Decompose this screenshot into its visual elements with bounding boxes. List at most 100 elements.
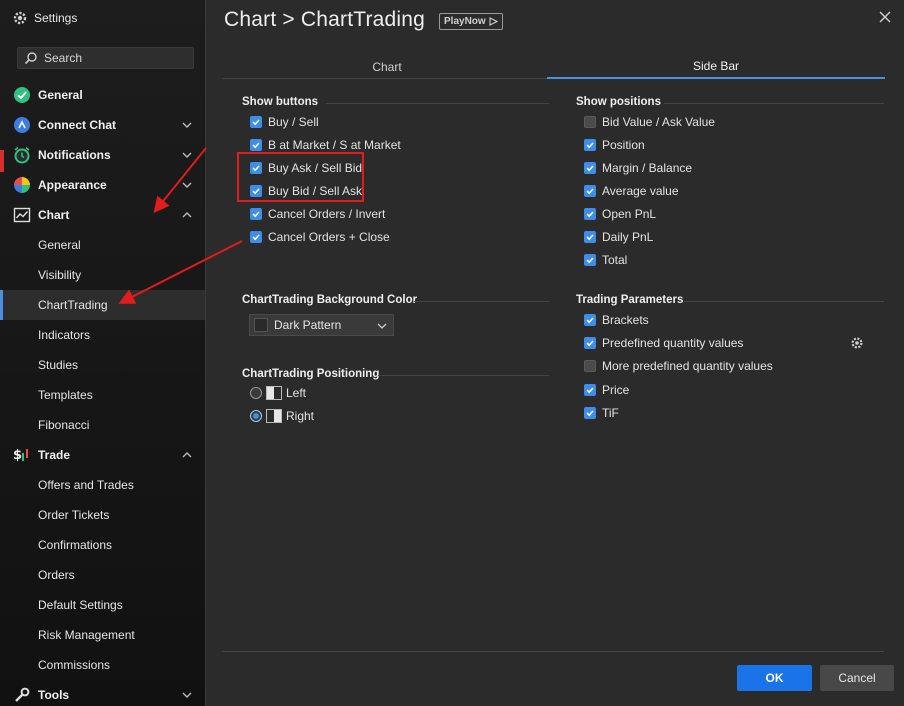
divider [414, 301, 549, 302]
background-color-dropdown[interactable]: Dark Pattern [249, 314, 394, 336]
sidebar-subitem-risk-management[interactable]: Risk Management [0, 620, 205, 650]
chevron-up-icon [182, 452, 192, 458]
sidebar-subitem-label: Default Settings [38, 598, 123, 612]
checkbox-buy-sell[interactable]: Buy / Sell [250, 113, 319, 131]
search-icon [24, 52, 37, 65]
sidebar-subitem-label: Studies [38, 358, 79, 372]
sidebar-subitem-orders[interactable]: Orders [0, 560, 205, 590]
checkbox-label: Brackets [602, 313, 649, 327]
checkbox-cancel-orders-invert[interactable]: Cancel Orders / Invert [250, 205, 385, 223]
checkbox-checked-icon [250, 231, 262, 243]
sidebar-subitem-default-settings[interactable]: Default Settings [0, 590, 205, 620]
radio-left[interactable]: Left [250, 384, 306, 402]
playnow-label: PlayNow [444, 16, 486, 27]
sidebar-subitem-commissions[interactable]: Commissions [0, 650, 205, 680]
playnow-button[interactable]: PlayNow [439, 13, 503, 30]
sidebar-subitem-label: Visibility [38, 268, 82, 282]
sidebar-item-tools[interactable]: Tools [0, 680, 205, 706]
checkbox-checked-icon [584, 407, 596, 419]
checkbox-daily-pnl[interactable]: Daily PnL [584, 228, 653, 246]
checkbox-average-value[interactable]: Average value [584, 182, 679, 200]
dropdown-value: Dark Pattern [274, 318, 342, 332]
sidebar-header: Settings [12, 8, 77, 28]
sidebar-subitem-general[interactable]: General [0, 230, 205, 260]
sidebar-item-notifications[interactable]: Notifications [0, 140, 205, 170]
search-input[interactable]: Search [17, 47, 194, 69]
checkbox-bid-ask-value[interactable]: Bid Value / Ask Value [584, 113, 715, 131]
sidebar-subitem-templates[interactable]: Templates [0, 380, 205, 410]
sidebar-item-appearance[interactable]: Appearance [0, 170, 205, 200]
checkbox-checked-icon [250, 139, 262, 151]
sidebar-subitem-offers-and-trades[interactable]: Offers and Trades [0, 470, 205, 500]
checkbox-label: Position [602, 138, 645, 152]
check-circle-icon [12, 86, 31, 105]
checkbox-checked-icon [250, 208, 262, 220]
close-icon[interactable] [878, 10, 892, 24]
sidebar-subitem-fibonacci[interactable]: Fibonacci [0, 410, 205, 440]
cancel-button[interactable]: Cancel [820, 665, 894, 691]
show-positions-title: Show positions [576, 96, 661, 108]
checkbox-cancel-orders-close[interactable]: Cancel Orders + Close [250, 228, 390, 246]
chart-icon [12, 206, 31, 225]
sidebar-subitem-label: General [38, 238, 81, 252]
checkbox-checked-icon [584, 337, 596, 349]
wrench-icon [12, 686, 31, 705]
chevron-down-icon [182, 692, 192, 698]
checkbox-position[interactable]: Position [584, 136, 645, 154]
tab-chart[interactable]: Chart [222, 55, 552, 79]
divider [664, 103, 884, 104]
checkbox-more-predefined-quantity[interactable]: More predefined quantity values [584, 357, 773, 375]
sidebar-item-connect-chat[interactable]: Connect Chat [0, 110, 205, 140]
ok-button[interactable]: OK [737, 665, 812, 691]
checkbox-brackets[interactable]: Brackets [584, 311, 649, 329]
sidebar-item-label: General [38, 88, 83, 102]
background-color-title: ChartTrading Background Color [242, 294, 418, 306]
sidebar-item-trade[interactable]: $ Trade [0, 440, 205, 470]
tab-label: Chart [372, 60, 402, 74]
checkbox-open-pnl[interactable]: Open PnL [584, 205, 656, 223]
checkbox-margin-balance[interactable]: Margin / Balance [584, 159, 692, 177]
chevron-down-icon [182, 182, 192, 188]
sidebar-subitem-indicators[interactable]: Indicators [0, 320, 205, 350]
sidebar-subitem-label: Templates [38, 388, 93, 402]
checkbox-checked-icon [584, 231, 596, 243]
radio-right[interactable]: Right [250, 407, 314, 425]
checkbox-total[interactable]: Total [584, 251, 627, 269]
checkbox-tif[interactable]: TiF [584, 404, 619, 422]
show-buttons-title: Show buttons [242, 96, 319, 108]
checkbox-checked-icon [584, 314, 596, 326]
checkbox-unchecked-icon [584, 360, 596, 372]
chevron-down-icon [182, 152, 192, 158]
checkbox-price[interactable]: Price [584, 381, 629, 399]
sidebar-subitem-visibility[interactable]: Visibility [0, 260, 205, 290]
checkbox-label: Price [602, 383, 630, 397]
checkbox-label: TiF [602, 406, 619, 420]
chevron-down-icon [182, 122, 192, 128]
sidebar-item-general[interactable]: General [0, 80, 205, 110]
sidebar-subitem-confirmations[interactable]: Confirmations [0, 530, 205, 560]
checkbox-predefined-quantity[interactable]: Predefined quantity values [584, 334, 743, 352]
sidebar-item-label: Connect Chat [38, 118, 116, 132]
search-placeholder: Search [44, 51, 83, 65]
sidebar-subitem-label: Order Tickets [38, 508, 110, 522]
sidebar-subitem-charttrading[interactable]: ChartTrading [0, 290, 205, 320]
gear-icon[interactable] [850, 336, 864, 350]
sidebar-title: Settings [34, 11, 78, 25]
radio-selected-icon [250, 410, 262, 422]
checkbox-label: More predefined quantity values [602, 359, 773, 373]
right-position-icon [266, 409, 282, 423]
sidebar-subitem-order-tickets[interactable]: Order Tickets [0, 500, 205, 530]
sidebar-subitem-label: Commissions [38, 658, 111, 672]
sidebar-item-chart[interactable]: Chart [0, 200, 205, 230]
tab-side-bar[interactable]: Side Bar [547, 55, 885, 79]
annotation-highlight-box [237, 152, 364, 202]
checkbox-checked-icon [584, 254, 596, 266]
tab-label: Side Bar [692, 59, 740, 73]
sidebar-subitem-studies[interactable]: Studies [0, 350, 205, 380]
checkbox-label: Cancel Orders / Invert [268, 207, 386, 221]
radio-unselected-icon [250, 387, 262, 399]
settings-window: Settings Search General Connect Chat Not… [0, 0, 904, 706]
checkbox-label: Cancel Orders + Close [268, 230, 390, 244]
checkbox-label: Average value [602, 184, 679, 198]
sidebar-subitem-label: ChartTrading [38, 298, 108, 312]
